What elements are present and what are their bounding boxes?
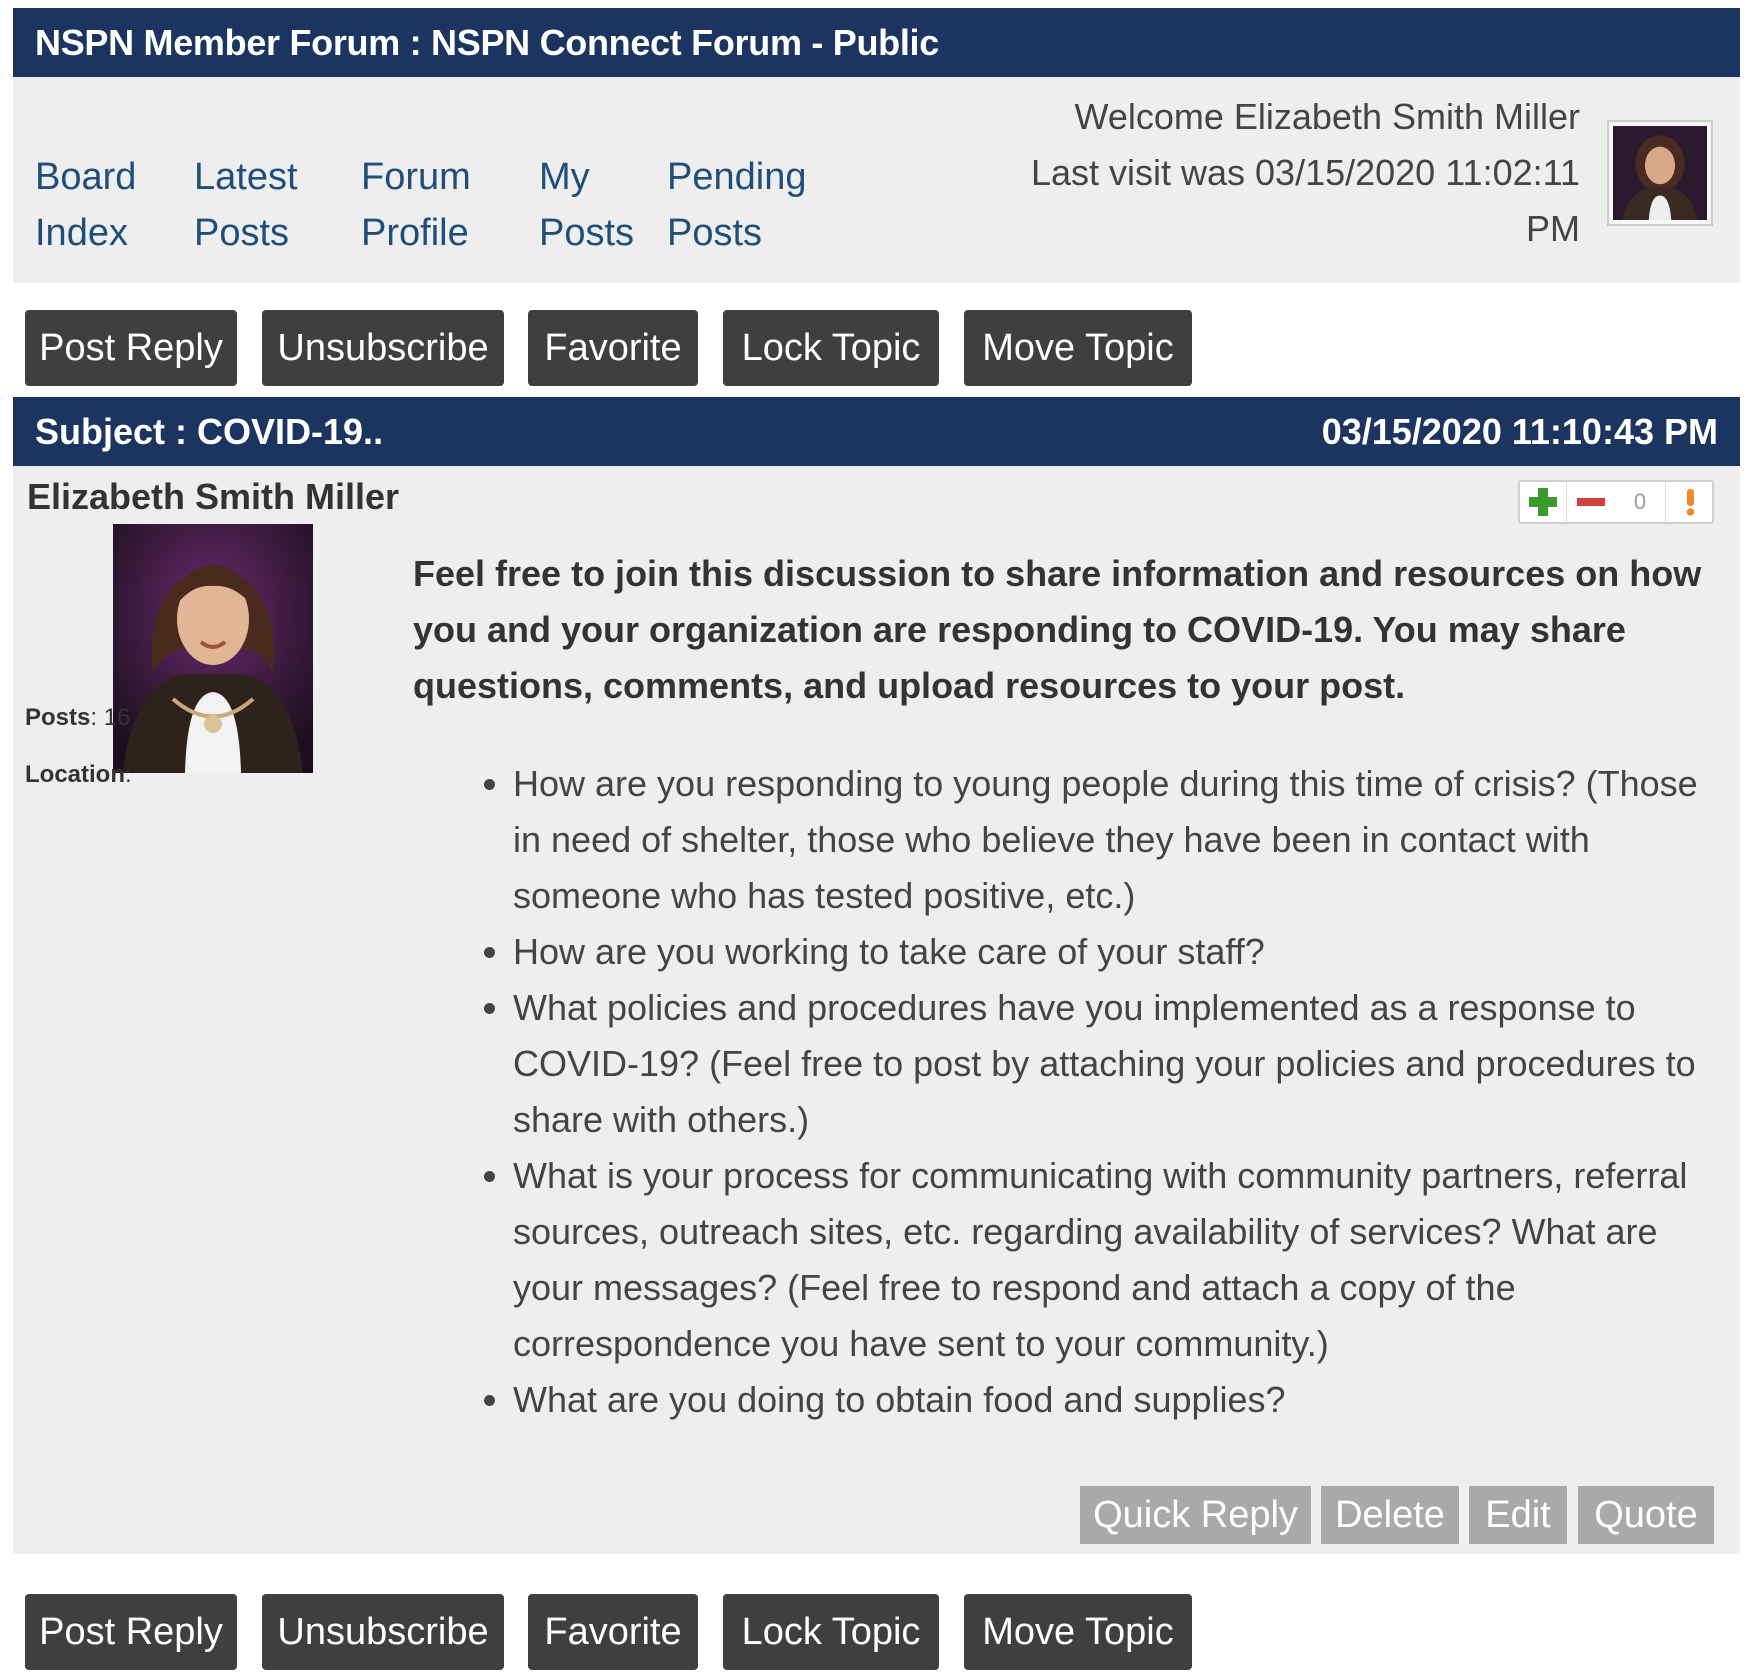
nav-link-line: Posts (194, 212, 290, 254)
author-name[interactable]: Elizabeth Smith Miller (27, 476, 399, 518)
list-item: What are you doing to obtain food and su… (513, 1372, 1713, 1428)
list-item: How are you working to take care of your… (513, 924, 1713, 980)
nav-panel: Board Index Latest Posts Forum Profile M… (13, 77, 1740, 283)
forum-title-bar: NSPN Member Forum : NSPN Connect Forum -… (13, 8, 1740, 77)
location-value: : (125, 761, 132, 788)
avatar-image (1613, 126, 1707, 220)
nav-link-line: Forum (361, 156, 471, 198)
welcome-block: Welcome Elizabeth Smith Miller Last visi… (920, 89, 1580, 257)
post-date: 03/15/2020 11:10:43 PM (1321, 411, 1718, 452)
nav-link-line: Profile (361, 212, 469, 254)
quote-button[interactable]: Quote (1578, 1486, 1714, 1544)
author-post-count: Posts: 16 (25, 704, 130, 732)
author-avatar (113, 524, 313, 773)
lock-topic-button[interactable]: Lock Topic (723, 310, 939, 386)
nav-link-line: Pending (667, 156, 807, 198)
post-panel: Elizabeth Smith Miller Posts: 16 Locatio… (13, 466, 1740, 1554)
author-location: Location: (25, 761, 132, 789)
rating-widget: 0 (1518, 480, 1714, 524)
author-avatar-image (113, 524, 313, 773)
post-intro: Feel free to join this discussion to sha… (413, 553, 1702, 706)
plus-icon[interactable] (1520, 482, 1567, 522)
nav-link-pending-posts[interactable]: Pending Posts (667, 149, 847, 261)
post-subject: Subject : COVID-19.. (35, 411, 384, 452)
exclamation-icon[interactable] (1665, 482, 1713, 522)
list-item: What policies and procedures have you im… (513, 980, 1713, 1148)
nav-link-board-index[interactable]: Board Index (35, 149, 215, 261)
list-item: How are you responding to young people d… (513, 756, 1713, 924)
nav-link-latest-posts[interactable]: Latest Posts (194, 149, 374, 261)
nav-link-line: Latest (194, 156, 298, 198)
list-item: What is your process for communicating w… (513, 1148, 1713, 1372)
nav-link-line: Board (35, 156, 137, 198)
unsubscribe-button[interactable]: Unsubscribe (262, 1594, 504, 1670)
location-label: Location (25, 761, 125, 788)
post-reply-button[interactable]: Post Reply (25, 1594, 237, 1670)
nav-link-forum-profile[interactable]: Forum Profile (361, 149, 541, 261)
last-visit-text: Last visit was 03/15/2020 11:02:11 (1030, 152, 1580, 193)
edit-button[interactable]: Edit (1469, 1486, 1567, 1544)
last-visit-text-cont: PM (1526, 208, 1580, 249)
posts-value: : 16 (90, 704, 131, 731)
post-bullet-list: How are you responding to young people d… (413, 756, 1713, 1428)
nav-link-line: Index (35, 212, 128, 254)
favorite-button[interactable]: Favorite (528, 310, 698, 386)
quick-reply-button[interactable]: Quick Reply (1080, 1486, 1311, 1544)
avatar[interactable] (1607, 120, 1713, 226)
minus-icon[interactable] (1567, 482, 1615, 522)
lock-topic-button[interactable]: Lock Topic (723, 1594, 939, 1670)
post-reply-button[interactable]: Post Reply (25, 310, 237, 386)
delete-button[interactable]: Delete (1321, 1486, 1459, 1544)
unsubscribe-button[interactable]: Unsubscribe (262, 310, 504, 386)
favorite-button[interactable]: Favorite (528, 1594, 698, 1670)
forum-page: NSPN Member Forum : NSPN Connect Forum -… (0, 0, 1748, 1679)
nav-link-line: Posts (667, 212, 763, 254)
forum-title: NSPN Member Forum : NSPN Connect Forum -… (35, 22, 939, 63)
rating-count: 0 (1633, 489, 1647, 514)
subject-bar: Subject : COVID-19.. 03/15/2020 11:10:43… (13, 397, 1740, 466)
welcome-text: Welcome Elizabeth Smith Miller (1074, 96, 1581, 137)
posts-label: Posts (25, 704, 91, 731)
move-topic-button[interactable]: Move Topic (964, 1594, 1192, 1670)
move-topic-button[interactable]: Move Topic (964, 310, 1192, 386)
